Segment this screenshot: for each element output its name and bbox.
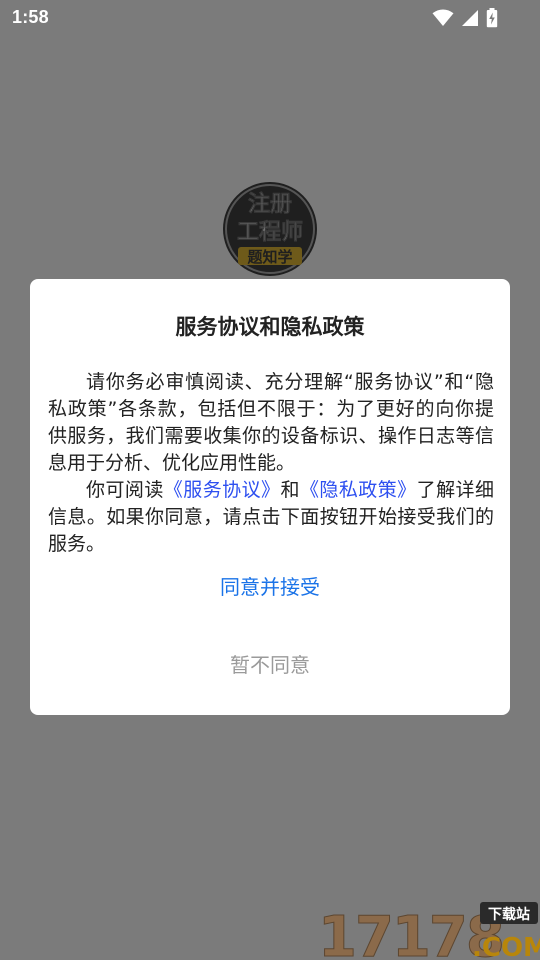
status-icons <box>432 8 498 32</box>
service-agreement-link[interactable]: 《服务协议》 <box>164 479 281 501</box>
cellular-signal-icon <box>461 9 479 31</box>
logo-text-line2: 工程师 <box>237 219 303 245</box>
paragraph-2-prefix: 你可阅读 <box>86 479 164 501</box>
status-bar: 1:58 <box>0 0 540 36</box>
dialog-paragraph-1: 请你务必审慎阅读、充分理解“服务协议”和“隐私政策”各条款，包括但不限于：为了更… <box>48 371 494 474</box>
dialog-body: 请你务必审慎阅读、充分理解“服务协议”和“隐私政策”各条款，包括但不限于：为了更… <box>48 369 494 558</box>
logo-text-line3: 题知学 <box>247 248 292 266</box>
paragraph-2-and: 和 <box>280 479 300 501</box>
privacy-policy-link[interactable]: 《隐私政策》 <box>300 479 417 501</box>
status-time: 1:58 <box>12 7 49 27</box>
app-logo: 注册 工程师 题知学 <box>222 181 318 277</box>
watermark-badge: 下载站 <box>488 906 530 923</box>
accept-button[interactable]: 同意并接受 <box>30 569 510 605</box>
battery-charging-icon <box>486 8 498 32</box>
reject-button[interactable]: 暂不同意 <box>30 647 510 683</box>
privacy-dialog: 服务协议和隐私政策 请你务必审慎阅读、充分理解“服务协议”和“隐私政策”各条款，… <box>30 279 510 715</box>
site-watermark: 17178 下载站 .COM <box>316 898 540 960</box>
dialog-paragraph-2: 你可阅读《服务协议》和《隐私政策》了解详细信息。如果你同意，请点击下面按钮开始接… <box>48 477 494 558</box>
dialog-title: 服务协议和隐私政策 <box>175 315 365 339</box>
watermark-domain: .COM <box>472 933 540 960</box>
wifi-icon <box>432 9 454 31</box>
logo-text-line1: 注册 <box>248 191 292 217</box>
